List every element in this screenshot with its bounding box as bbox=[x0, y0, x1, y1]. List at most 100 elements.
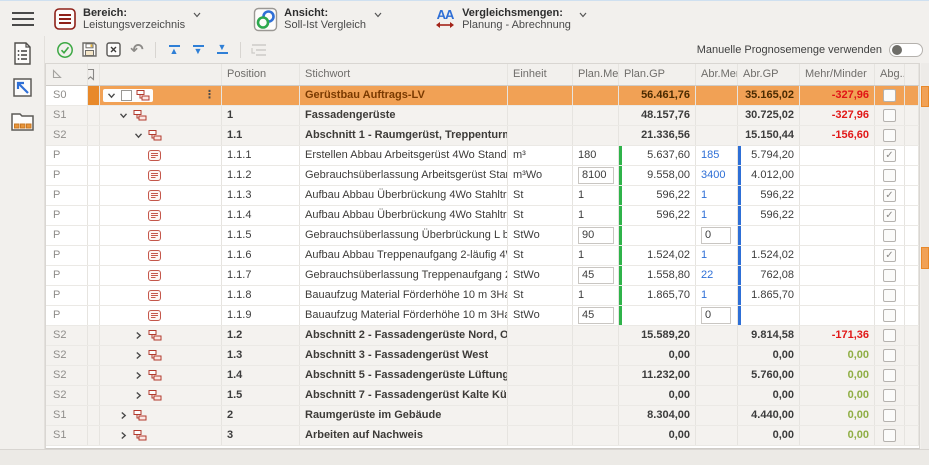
row-indicator bbox=[88, 326, 100, 345]
table-row[interactable]: P1.1.7Gebrauchsüberlassung Treppenaufgan… bbox=[46, 266, 919, 286]
vergleichsmengen-selector[interactable]: AA Vergleichsmengen: Planung - Abrechnun… bbox=[434, 7, 587, 31]
chevron-right-icon[interactable] bbox=[133, 390, 144, 401]
abgerechnet-checkbox[interactable] bbox=[883, 89, 896, 102]
chevron-right-icon[interactable] bbox=[133, 350, 144, 361]
confirm-button[interactable] bbox=[53, 39, 77, 61]
abgerechnet-checkbox[interactable]: ✓ bbox=[883, 249, 896, 262]
cancel-button[interactable] bbox=[101, 39, 125, 61]
expand-next-level-button[interactable]: ▼ bbox=[186, 39, 210, 61]
plan-menge-input[interactable]: 90 bbox=[578, 227, 614, 244]
column-header-plan_men[interactable]: Plan.Men... bbox=[573, 64, 619, 85]
table-row[interactable]: S21.5Abschnitt 7 - Fassadengerüst Kalte … bbox=[46, 386, 919, 406]
abgerechnet-checkbox[interactable] bbox=[883, 409, 896, 422]
sidebar-item-project-structure[interactable] bbox=[0, 104, 45, 138]
column-header-abr_gp[interactable]: Abr.GP bbox=[738, 64, 800, 85]
table-row[interactable]: P1.1.5Gebrauchsüberlassung Überbrückung … bbox=[46, 226, 919, 246]
abgerechnet-checkbox[interactable]: ✓ bbox=[883, 189, 896, 202]
chevron-right-icon[interactable] bbox=[118, 430, 129, 441]
table-row[interactable]: S21.2Abschnitt 2 - Fassadengerüste Nord,… bbox=[46, 326, 919, 346]
cell-abr-menge[interactable]: 0 bbox=[696, 226, 738, 245]
abgerechnet-checkbox[interactable] bbox=[883, 429, 896, 442]
column-header-abg[interactable]: Abg... bbox=[875, 64, 905, 85]
table-row[interactable]: S12Raumgerüste im Gebäude8.304,004.440,0… bbox=[46, 406, 919, 426]
bereich-selector[interactable]: Bereich: Leistungsverzeichnis bbox=[53, 7, 201, 31]
column-header-position[interactable]: Position bbox=[222, 64, 300, 85]
hierarchy-button[interactable] bbox=[247, 39, 271, 61]
abgerechnet-checkbox[interactable]: ✓ bbox=[883, 209, 896, 222]
abgerechnet-checkbox[interactable] bbox=[883, 369, 896, 382]
abgerechnet-checkbox[interactable] bbox=[883, 229, 896, 242]
column-header-stichwort[interactable]: Stichwort bbox=[300, 64, 508, 85]
chevron-down-icon[interactable] bbox=[133, 130, 144, 141]
abgerechnet-checkbox[interactable] bbox=[883, 269, 896, 282]
sidebar-item-document-list[interactable] bbox=[0, 36, 45, 70]
abgerechnet-checkbox[interactable] bbox=[883, 309, 896, 322]
ansicht-selector[interactable]: Ansicht: Soll-Ist Vergleich bbox=[253, 7, 382, 32]
table-row[interactable]: S11Fassadengerüste48.157,7630.725,02-327… bbox=[46, 106, 919, 126]
column-header-plan_gp[interactable]: Plan.GP bbox=[619, 64, 696, 85]
plan-menge-input[interactable]: 45 bbox=[578, 267, 614, 284]
abgerechnet-checkbox[interactable] bbox=[883, 349, 896, 362]
table-row[interactable]: S21.4Abschnitt 5 - Fassadengerüste Lüftu… bbox=[46, 366, 919, 386]
row-menu-icon[interactable]: ⋮ bbox=[204, 86, 218, 105]
cell-plan-menge[interactable]: 90 bbox=[573, 226, 619, 245]
table-row[interactable]: S13Arbeiten auf Nachweis0,000,000,00 bbox=[46, 426, 919, 446]
save-button[interactable] bbox=[77, 39, 101, 61]
column-header-extra[interactable] bbox=[905, 64, 919, 85]
abgerechnet-checkbox[interactable] bbox=[883, 389, 896, 402]
prognose-toggle[interactable] bbox=[889, 43, 923, 57]
tree-cell bbox=[100, 106, 222, 125]
abr-menge-input[interactable]: 0 bbox=[701, 307, 731, 324]
tree-cell bbox=[100, 426, 222, 445]
table-row[interactable]: P1.1.6Aufbau Abbau Treppenaufgang 2-läuf… bbox=[46, 246, 919, 266]
plan-menge-input[interactable]: 8100 bbox=[578, 167, 614, 184]
table-row[interactable]: P1.1.9Bauaufzug Material Förderhöhe 10 m… bbox=[46, 306, 919, 326]
abgerechnet-checkbox[interactable] bbox=[883, 329, 896, 342]
chevron-down-icon bbox=[193, 12, 201, 18]
cell-abr-menge[interactable]: 0 bbox=[696, 306, 738, 325]
sidebar-item-open-external[interactable] bbox=[0, 70, 45, 104]
abgerechnet-checkbox[interactable] bbox=[883, 169, 896, 182]
abgerechnet-checkbox[interactable] bbox=[883, 109, 896, 122]
cell-plan-gp: 9.558,00 bbox=[619, 166, 696, 185]
column-header-einheit[interactable]: Einheit bbox=[508, 64, 573, 85]
chevron-right-icon[interactable] bbox=[133, 370, 144, 381]
cell-plan-menge[interactable]: 45 bbox=[573, 306, 619, 325]
chevron-down-icon[interactable] bbox=[118, 110, 129, 121]
table-row[interactable]: S21.1Abschnitt 1 - Raumgerüst, Treppentu… bbox=[46, 126, 919, 146]
cell-extra bbox=[905, 86, 919, 105]
collapse-all-button[interactable]: ▲ bbox=[162, 39, 186, 61]
expand-all-button[interactable]: ▼ bbox=[210, 39, 234, 61]
cell-plan-menge[interactable]: 8100 bbox=[573, 166, 619, 185]
chevron-right-icon[interactable] bbox=[118, 410, 129, 421]
table-row[interactable]: P1.1.1Erstellen Abbau Arbeitsgerüst 4Wo … bbox=[46, 146, 919, 166]
plan-marker-bar bbox=[619, 286, 622, 305]
chevron-right-icon[interactable] bbox=[133, 330, 144, 341]
abr-menge-input[interactable]: 0 bbox=[701, 227, 731, 244]
table-row[interactable]: P1.1.8Bauaufzug Material Förderhöhe 10 m… bbox=[46, 286, 919, 306]
column-header-mehr_minder[interactable]: Mehr/Minder bbox=[800, 64, 875, 85]
abgerechnet-checkbox[interactable]: ✓ bbox=[883, 149, 896, 162]
table-row[interactable]: P1.1.3Aufbau Abbau Überbrückung 4Wo Stah… bbox=[46, 186, 919, 206]
chevron-down-icon[interactable] bbox=[106, 90, 117, 101]
table-row[interactable]: S21.3Abschnitt 3 - Fassadengerüst West0,… bbox=[46, 346, 919, 366]
row-select-checkbox[interactable] bbox=[121, 90, 132, 101]
abgerechnet-checkbox[interactable] bbox=[883, 289, 896, 302]
undo-button[interactable]: ↶ bbox=[125, 39, 149, 61]
cell-plan-menge[interactable]: 45 bbox=[573, 266, 619, 285]
row-type-label: P bbox=[46, 246, 88, 265]
cell-mehr-minder: -327,96 bbox=[800, 106, 875, 125]
table-row[interactable]: P1.1.4Aufbau Abbau Überbrückung 4Wo Stah… bbox=[46, 206, 919, 226]
cell-plan-gp: 21.336,56 bbox=[619, 126, 696, 145]
abgerechnet-checkbox[interactable] bbox=[883, 129, 896, 142]
cell-plan-menge: 180 bbox=[573, 146, 619, 165]
cell-position: 1.1.7 bbox=[222, 266, 300, 285]
table-row[interactable]: P1.1.2Gebrauchsüberlassung Arbeitsgerüst… bbox=[46, 166, 919, 186]
column-header-abr_men[interactable]: Abr.Men... bbox=[696, 64, 738, 85]
column-header-tree[interactable] bbox=[100, 64, 222, 85]
plan-menge-input[interactable]: 45 bbox=[578, 307, 614, 324]
hamburger-menu-icon[interactable] bbox=[0, 12, 45, 26]
column-header-type[interactable] bbox=[46, 64, 88, 85]
table-row[interactable]: S0⋮Gerüstbau Auftrags-LV56.461,7635.165,… bbox=[46, 86, 919, 106]
column-header-ind[interactable] bbox=[88, 64, 100, 85]
